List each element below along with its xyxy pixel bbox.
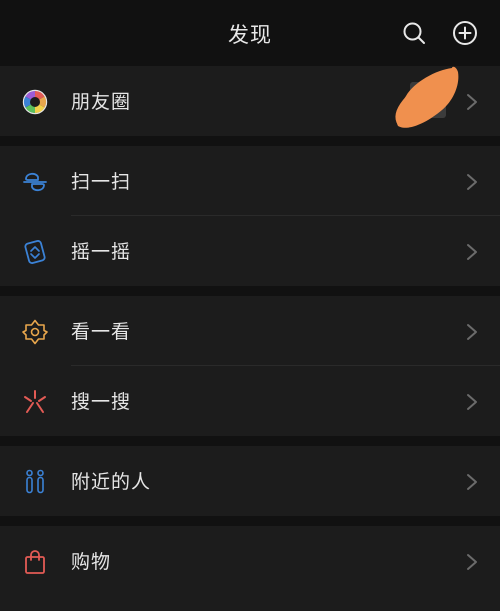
shopping-group: 购物: [0, 526, 500, 611]
people-nearby-icon: [26, 469, 44, 494]
nearby-group: 附近的人: [0, 446, 500, 516]
discover-screen: 发现 朋友圈 扫一扫 摇一摇 看一看 搜一搜 附近的人 购物: [0, 0, 500, 611]
people-nearby-row[interactable]: 附近的人: [0, 446, 500, 516]
scan-shake-group: 扫一扫 摇一摇: [0, 146, 500, 286]
plus-circle-icon: [453, 21, 477, 45]
top-stories-row[interactable]: 看一看: [0, 296, 500, 366]
moments-icon: [22, 89, 48, 115]
chevron-right-icon: [467, 244, 477, 260]
people-nearby-label: 附近的人: [71, 471, 152, 493]
moments-label: 朋友圈: [71, 91, 132, 113]
shopping-bag-icon: [25, 550, 45, 574]
top-stories-label: 看一看: [71, 321, 132, 343]
search-icon: [403, 22, 425, 44]
search-row[interactable]: 搜一搜: [0, 366, 500, 436]
search-feature-icon: [24, 390, 46, 413]
shake-label: 摇一摇: [71, 241, 132, 263]
scan-icon: [23, 172, 47, 192]
redaction-scribble: [395, 66, 459, 128]
chevron-right-icon: [467, 94, 477, 110]
scan-label: 扫一扫: [71, 171, 132, 193]
search-label: 搜一搜: [71, 391, 132, 413]
top-stories-icon: [22, 319, 48, 345]
shake-row[interactable]: 摇一摇: [0, 216, 500, 286]
shopping-label: 购物: [71, 551, 112, 573]
chevron-right-icon: [467, 474, 477, 490]
chevron-right-icon: [467, 554, 477, 570]
add-button[interactable]: [450, 18, 480, 48]
chevron-right-icon: [467, 394, 477, 410]
scan-row[interactable]: 扫一扫: [0, 146, 500, 216]
shopping-row[interactable]: 购物: [0, 526, 500, 596]
search-button[interactable]: [399, 18, 429, 48]
chevron-right-icon: [467, 324, 477, 340]
top-bar: 发现: [0, 0, 500, 66]
chevron-right-icon: [467, 174, 477, 190]
shake-icon: [24, 240, 46, 264]
stories-search-group: 看一看 搜一搜: [0, 296, 500, 436]
